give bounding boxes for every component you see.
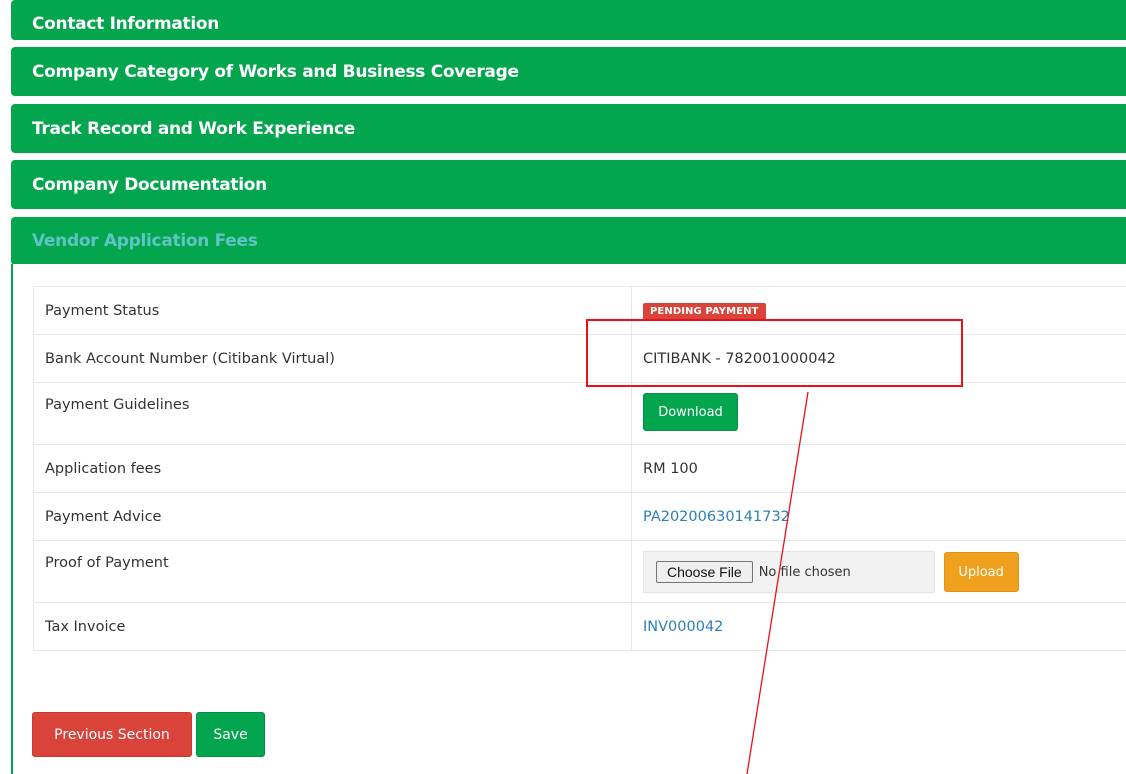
tax-invoice-label: Tax Invoice <box>33 602 632 651</box>
table-row: Proof of Payment Choose File No file cho… <box>33 540 1126 603</box>
upload-button[interactable]: Upload <box>943 552 1019 592</box>
section-header-contact[interactable]: Contact Information <box>11 0 1126 40</box>
table-row: Bank Account Number (Citibank Virtual) C… <box>33 334 1126 383</box>
application-fees-label: Application fees <box>33 444 632 493</box>
table-row: Payment Guidelines Download <box>33 382 1126 445</box>
payment-advice-link[interactable]: PA20200630141732 <box>643 509 790 525</box>
status-badge: PENDING PAYMENT <box>643 302 766 320</box>
application-fees-value: RM 100 <box>631 444 1126 493</box>
section-header-category[interactable]: Company Category of Works and Business C… <box>11 47 1126 96</box>
section-header-track-record[interactable]: Track Record and Work Experience <box>11 104 1126 153</box>
previous-section-button[interactable]: Previous Section <box>32 712 192 757</box>
table-row: Application fees RM 100 <box>33 444 1126 493</box>
download-button[interactable]: Download <box>643 393 738 431</box>
tax-invoice-link[interactable]: INV000042 <box>643 619 723 635</box>
bank-account-value: CITIBANK - 782001000042 <box>631 334 1126 383</box>
proof-of-payment-label: Proof of Payment <box>33 540 632 603</box>
payment-guidelines-label: Payment Guidelines <box>33 382 632 445</box>
no-file-text: No file chosen <box>758 564 851 580</box>
file-input[interactable]: Choose File No file chosen <box>643 551 935 593</box>
section-header-fees[interactable]: Vendor Application Fees <box>11 217 1126 265</box>
table-row: Tax Invoice INV000042 <box>33 602 1126 651</box>
table-row: Payment Status PENDING PAYMENT <box>33 286 1126 335</box>
section-header-documentation[interactable]: Company Documentation <box>11 160 1126 209</box>
payment-advice-label: Payment Advice <box>33 492 632 541</box>
bank-account-label: Bank Account Number (Citibank Virtual) <box>33 334 632 383</box>
fees-table: Payment Status PENDING PAYMENT Bank Acco… <box>33 286 1126 651</box>
save-button[interactable]: Save <box>196 712 265 757</box>
payment-status-label: Payment Status <box>33 286 632 335</box>
choose-file-button[interactable]: Choose File <box>656 561 753 583</box>
table-row: Payment Advice PA20200630141732 <box>33 492 1126 541</box>
